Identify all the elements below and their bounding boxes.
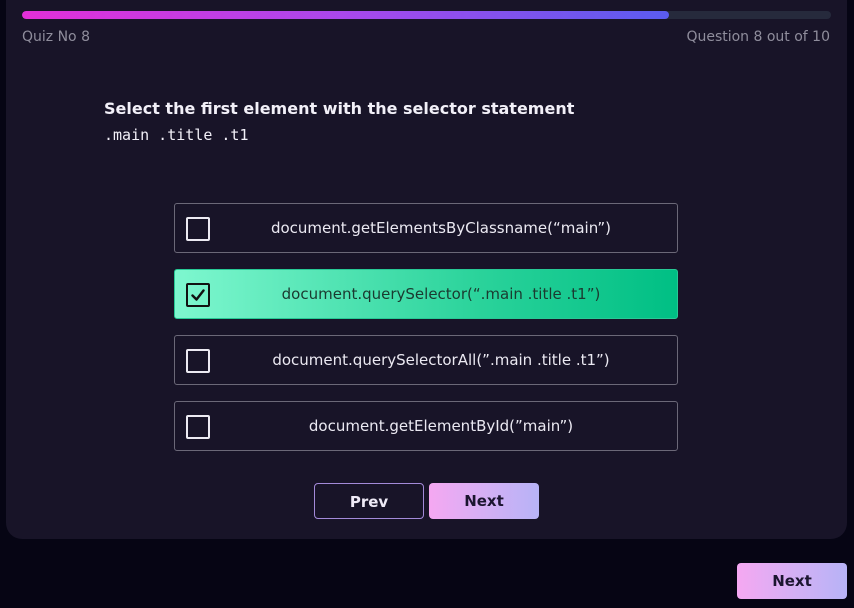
answer-option-label: document.getElementsByClassname(“main”) bbox=[270, 219, 612, 237]
checkbox[interactable] bbox=[186, 283, 210, 307]
answer-option-label: document.querySelector(“.main .title .t1… bbox=[281, 285, 601, 303]
answer-option-label: document.getElementById(”main”) bbox=[308, 417, 574, 435]
question-counter: Question 8 out of 10 bbox=[686, 29, 830, 45]
checkbox[interactable] bbox=[186, 349, 210, 373]
footer-next-button[interactable]: Next bbox=[737, 563, 847, 599]
answer-option-1[interactable]: document.getElementsByClassname(“main”) bbox=[174, 203, 678, 253]
answer-option-4[interactable]: document.getElementById(”main”) bbox=[174, 401, 678, 451]
progress-bar bbox=[22, 11, 831, 19]
quiz-label: Quiz No 8 bbox=[22, 29, 90, 45]
checkbox[interactable] bbox=[186, 217, 210, 241]
answer-option-3[interactable]: document.querySelectorAll(”.main .title … bbox=[174, 335, 678, 385]
question-text: Select the first element with the select… bbox=[104, 99, 575, 118]
progress-bar-fill bbox=[22, 11, 670, 19]
question-code: .main .title .t1 bbox=[104, 126, 249, 144]
answer-option-label: document.querySelectorAll(”.main .title … bbox=[272, 351, 610, 369]
checkmark-icon bbox=[191, 289, 205, 301]
answer-option-2[interactable]: document.querySelector(“.main .title .t1… bbox=[174, 269, 678, 319]
next-button[interactable]: Next bbox=[429, 483, 539, 519]
prev-button[interactable]: Prev bbox=[314, 483, 424, 519]
checkbox[interactable] bbox=[186, 415, 210, 439]
